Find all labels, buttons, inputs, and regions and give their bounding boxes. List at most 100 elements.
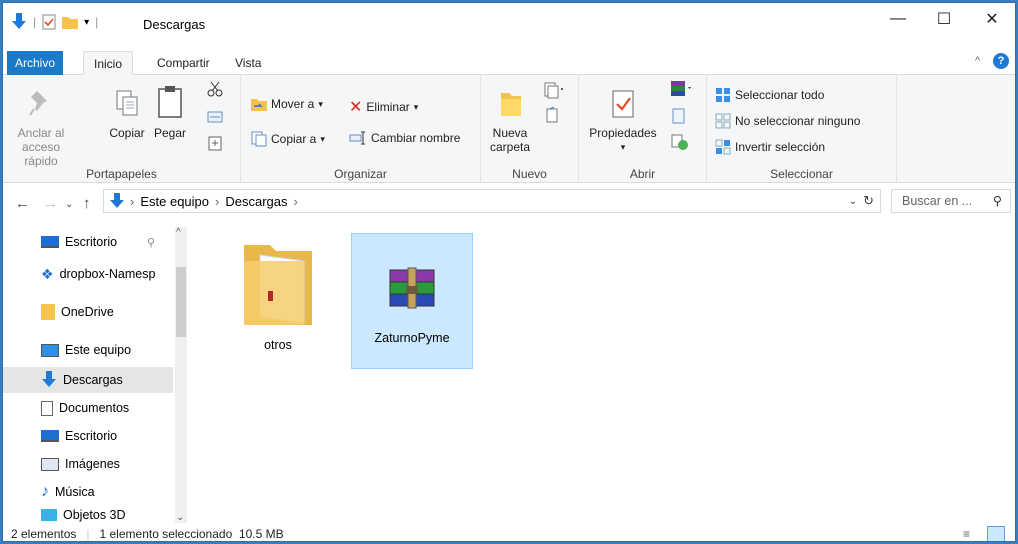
navigation-pane: Escritorio ⚲ ❖ dropbox-Namesp OneDrive E… xyxy=(3,223,187,525)
new-folder-icon xyxy=(501,93,521,116)
item-count: 2 elementos xyxy=(11,527,77,541)
cut-icon[interactable] xyxy=(207,81,223,97)
new-item-icon[interactable] xyxy=(543,81,565,99)
nav-item-pictures[interactable]: Imágenes xyxy=(3,451,173,477)
copy-to-button[interactable]: Copiar a ▾ xyxy=(251,131,325,147)
rename-button[interactable]: Cambiar nombre xyxy=(349,131,460,145)
group-label-organize: Organizar xyxy=(334,167,387,181)
tab-share[interactable]: Compartir xyxy=(147,51,220,75)
tab-view[interactable]: Vista xyxy=(225,51,271,75)
title-bar: | ▾ | Descargas — ☐ ✕ xyxy=(3,3,1015,49)
download-icon xyxy=(42,371,56,387)
computer-icon xyxy=(41,343,59,357)
search-icon: ⚲ xyxy=(992,194,1002,208)
edit-icon[interactable] xyxy=(671,107,687,125)
invert-selection-icon xyxy=(715,139,731,155)
group-organize: Mover a ▾ ✕ Eliminar ▾ Copiar a ▾ Cambiar n… xyxy=(241,75,481,183)
scroll-up-icon[interactable]: ^ xyxy=(176,227,181,238)
collapse-ribbon-icon[interactable]: ^ xyxy=(975,55,980,67)
search-box[interactable]: Buscar en ... ⚲ xyxy=(891,189,1011,213)
explorer-window: | ▾ | Descargas — ☐ ✕ Archivo Inicio Com… xyxy=(2,2,1016,542)
group-label-open: Abrir xyxy=(629,167,656,181)
quick-access-toolbar: | ▾ | xyxy=(11,13,98,31)
music-icon: ♪ xyxy=(41,483,49,500)
nav-item-downloads[interactable]: Descargas xyxy=(3,367,173,393)
details-view-icon[interactable]: ≡ xyxy=(963,527,970,541)
downloads-location-icon xyxy=(110,193,124,208)
copy-to-icon xyxy=(251,131,267,147)
delete-x-icon: ✕ xyxy=(349,99,363,116)
up-arrow-icon[interactable]: ↑ xyxy=(83,195,91,212)
nav-item-desktop[interactable]: Escritorio xyxy=(3,423,173,449)
refresh-icon[interactable]: ↻ xyxy=(863,193,874,209)
new-folder-icon[interactable] xyxy=(62,15,79,29)
paste-shortcut-icon[interactable] xyxy=(207,135,223,151)
select-all-icon xyxy=(716,88,730,102)
invert-selection-button[interactable]: Invertir selección xyxy=(715,139,825,155)
properties-check-icon[interactable] xyxy=(42,14,56,30)
minimize-button[interactable]: — xyxy=(875,3,921,35)
easy-access-icon[interactable] xyxy=(543,107,565,125)
dropbox-icon: ❖ xyxy=(41,265,54,282)
pin-icon xyxy=(29,91,47,116)
address-row: ← → ⌄ ↑ › Este equipo › Descargas › ⌄ ↻ … xyxy=(3,183,1015,223)
move-to-button[interactable]: Mover a ▾ xyxy=(251,97,323,111)
scroll-down-icon[interactable]: ⌄ xyxy=(176,512,184,523)
forward-arrow-icon[interactable]: → xyxy=(43,195,58,212)
nav-scrollbar[interactable]: ^ ⌄ xyxy=(175,227,187,523)
breadcrumb-downloads[interactable]: Descargas xyxy=(225,194,287,209)
nav-scroll-thumb[interactable] xyxy=(176,267,186,337)
back-arrow-icon[interactable]: ← xyxy=(15,195,30,212)
address-dropdown-icon[interactable]: ⌄ xyxy=(849,196,857,207)
pictures-icon xyxy=(41,457,59,471)
new-folder-button[interactable]: Nueva carpeta xyxy=(485,89,535,154)
nav-item-3d-objects[interactable]: Objetos 3D xyxy=(3,505,173,525)
file-list: otros ZaturnoPyme xyxy=(187,223,1015,525)
breadcrumb-this-pc[interactable]: Este equipo xyxy=(140,194,209,209)
copy-button[interactable]: Copiar xyxy=(107,89,147,140)
file-item-otros[interactable]: otros xyxy=(217,233,339,369)
tab-file[interactable]: Archivo xyxy=(7,51,64,75)
nav-item-dropbox[interactable]: ❖ dropbox-Namesp xyxy=(3,261,173,287)
select-none-button[interactable]: No seleccionar ninguno xyxy=(715,113,860,129)
move-folder-icon xyxy=(251,99,267,111)
nav-item-this-pc[interactable]: Este equipo xyxy=(3,337,173,363)
open-winrar-icon[interactable] xyxy=(669,79,693,99)
tab-home[interactable]: Inicio xyxy=(83,51,134,75)
nav-item-onedrive[interactable]: OneDrive xyxy=(3,299,173,325)
selection-info: 1 elemento seleccionado 10.5 MB xyxy=(99,527,284,541)
nav-item-desktop-pinned[interactable]: Escritorio ⚲ xyxy=(3,229,173,255)
desktop-icon xyxy=(41,430,59,442)
large-icons-view-icon[interactable] xyxy=(987,526,1005,541)
properties-button[interactable]: Propiedades ▾ xyxy=(585,89,661,154)
download-arrow-icon[interactable] xyxy=(11,13,27,31)
address-bar[interactable]: › Este equipo › Descargas › ⌄ ↻ xyxy=(103,189,881,213)
paste-icon xyxy=(158,86,182,118)
properties-icon xyxy=(612,90,634,118)
history-icon[interactable] xyxy=(671,133,689,151)
maximize-button[interactable]: ☐ xyxy=(921,3,967,35)
nav-item-music[interactable]: ♪ Música xyxy=(3,479,173,505)
winrar-archive-icon xyxy=(389,267,435,309)
status-bar: 2 elementos | 1 elemento seleccionado 10… xyxy=(3,525,1015,541)
close-button[interactable]: ✕ xyxy=(969,3,1015,35)
select-all-button[interactable]: Seleccionar todo xyxy=(715,87,824,103)
group-select: Seleccionar todo No seleccionar ninguno … xyxy=(707,75,897,183)
qat-dropdown-icon[interactable]: ▾ xyxy=(84,17,89,28)
desktop-icon xyxy=(41,236,59,248)
ribbon-tabs: Archivo Inicio Compartir Vista ^ ? xyxy=(3,49,1015,75)
nav-item-documents[interactable]: Documentos xyxy=(3,395,173,421)
group-clipboard: Anclar al acceso rápido Copiar Pegar Por… xyxy=(3,75,241,183)
3d-objects-icon xyxy=(41,509,57,521)
copy-path-icon[interactable] xyxy=(207,109,223,125)
pin-quick-access-button[interactable]: Anclar al acceso rápido xyxy=(11,89,71,168)
file-item-zaturnopyme[interactable]: ZaturnoPyme xyxy=(351,233,473,369)
pin-icon[interactable]: ⚲ xyxy=(147,236,155,249)
delete-button[interactable]: ✕ Eliminar ▾ xyxy=(349,97,418,117)
recent-locations-icon[interactable]: ⌄ xyxy=(65,199,73,210)
ribbon: Anclar al acceso rápido Copiar Pegar Por… xyxy=(3,75,1015,183)
rename-icon xyxy=(349,131,365,145)
folder-icon xyxy=(244,245,312,325)
help-icon[interactable]: ? xyxy=(993,53,1009,69)
paste-button[interactable]: Pegar xyxy=(149,85,191,140)
